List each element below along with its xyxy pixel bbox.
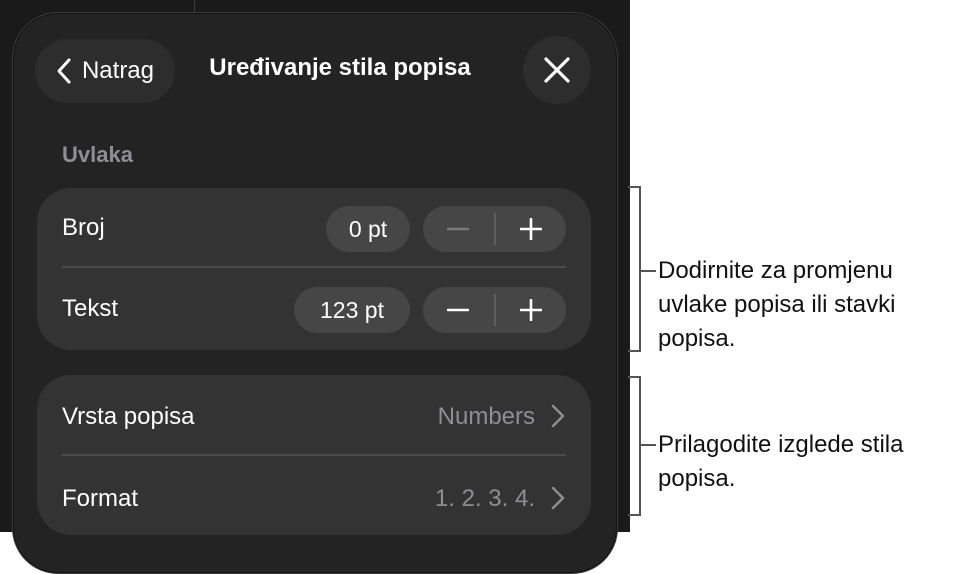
- list-type-value: Numbers: [437, 403, 535, 430]
- section-label-indent: Uvlaka: [62, 142, 133, 167]
- row-label-text: Tekst: [62, 295, 119, 322]
- close-icon: [544, 57, 570, 83]
- indent-group: Broj 0 pt Tekst 123 pt: [37, 188, 591, 350]
- format-row[interactable]: Format 1. 2. 3. 4.: [37, 456, 591, 536]
- callout-leader-list-style: [640, 444, 656, 446]
- row-label-list-type: Vrsta popisa: [62, 403, 195, 430]
- row-label-number: Broj: [62, 214, 105, 241]
- back-label: Natrag: [81, 57, 155, 84]
- callout-bracket-indent: [628, 186, 641, 352]
- format-value: 1. 2. 3. 4.: [434, 485, 535, 512]
- text-indent-value[interactable]: 123 pt: [294, 287, 410, 333]
- number-decrement-button[interactable]: [423, 206, 494, 252]
- chevron-right-icon: [551, 486, 565, 510]
- list-type-group: Vrsta popisa Numbers Format 1. 2. 3. 4.: [37, 375, 591, 535]
- callout-bracket-list-style: [628, 376, 641, 516]
- close-button[interactable]: [523, 36, 591, 104]
- number-indent-value[interactable]: 0 pt: [326, 206, 410, 252]
- number-increment-button[interactable]: [496, 206, 567, 252]
- back-button[interactable]: Natrag: [35, 39, 175, 103]
- chevron-right-icon: [551, 404, 565, 428]
- text-indent-stepper: [423, 287, 566, 333]
- minus-icon: [447, 308, 470, 312]
- list-type-row[interactable]: Vrsta popisa Numbers: [37, 375, 591, 455]
- callout-leader-indent: [640, 270, 656, 272]
- popover-title: Uređivanje stila popisa: [209, 54, 471, 81]
- chevron-left-icon: [57, 58, 71, 84]
- row-separator: [62, 266, 566, 268]
- plus-icon: [519, 218, 542, 240]
- number-indent-stepper: [423, 206, 566, 252]
- text-decrement-button[interactable]: [423, 287, 494, 333]
- plus-icon: [519, 299, 542, 321]
- row-label-format: Format: [62, 485, 139, 512]
- callout-text-indent: Dodirnite za promjenu uvlake popisa ili …: [658, 257, 896, 352]
- callout-text-list-style: Prilagodite izglede stila popisa.: [658, 431, 904, 492]
- minus-icon: [447, 227, 470, 231]
- text-increment-button[interactable]: [496, 287, 567, 333]
